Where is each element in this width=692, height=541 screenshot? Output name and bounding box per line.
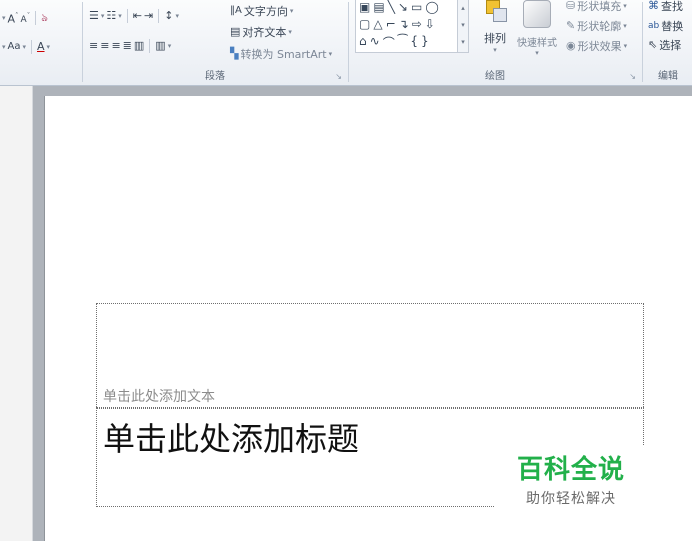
columns-icon[interactable]: ▥	[155, 39, 165, 53]
numbering-icon[interactable]: ☷	[106, 9, 116, 23]
clear-formatting-icon[interactable]: ঌ	[41, 11, 48, 25]
vertical-textbox-shape-icon[interactable]: ▤	[373, 0, 384, 14]
pen-outline-icon: ✎	[566, 19, 576, 32]
binoculars-icon: ⌘	[648, 0, 659, 12]
decrease-indent-icon[interactable]: ⇤	[133, 9, 142, 23]
bullets-icon[interactable]: ☰	[89, 9, 99, 23]
rectangle-shape-icon[interactable]: ▭	[411, 0, 422, 14]
quick-styles-icon	[523, 0, 551, 28]
paragraph-group: ☰ ▾ ☷ ▾ ⇤ ⇥ ↕ ▾ ≡ ≡ ≡ ≣ ▥ ▥ ▾ ‖A 文字方向 ▾ ▤ 对齐…	[84, 0, 346, 85]
watermark-subtitle: 助你轻松解决	[526, 491, 616, 507]
cursor-icon: ⇖	[648, 38, 658, 51]
replace-icon: ab	[648, 21, 660, 31]
line-shape-icon[interactable]: ╲	[388, 0, 395, 14]
convert-smartart-button[interactable]: ▚ 转换为 SmartArt ▾	[230, 46, 332, 62]
watermark-logo: 百科全说 助你轻松解决	[494, 445, 648, 515]
change-case-icon[interactable]: Aa	[8, 40, 21, 54]
effects-icon: ◉	[566, 39, 576, 52]
shapes-gallery[interactable]: ▣ ▤ ╲ ↘ ▭ ◯ ▢ △ ⌐ ↴ ⇨ ⇩ ⌂ ∿ ⌒ ⁀ { } ▴ ▾ ▾	[355, 0, 469, 53]
find-button[interactable]: ⌘ 查找	[648, 0, 683, 14]
freeform-shape-icon[interactable]: ⌂	[359, 34, 367, 51]
paint-bucket-icon: ⛁	[566, 0, 576, 12]
editing-group-label: 编辑	[658, 71, 678, 82]
text-direction-icon: ‖A	[230, 5, 242, 16]
arc-shape-icon[interactable]: ⁀	[398, 34, 408, 51]
gallery-scroll[interactable]: ▴ ▾ ▾	[457, 0, 468, 52]
elbow-connector-shape-icon[interactable]: ⌐	[386, 17, 396, 31]
paragraph-group-label: 段落	[205, 71, 225, 82]
quick-styles-button[interactable]: 快速样式 ▾	[512, 0, 562, 57]
font-size-dropdown-arrow[interactable]: ▾	[2, 14, 6, 22]
triangle-shape-icon[interactable]: △	[373, 17, 382, 31]
elbow-arrow-shape-icon[interactable]: ↴	[399, 17, 409, 31]
align-right-icon[interactable]: ≡	[111, 39, 120, 53]
editing-group: ⌘ 查找 ab 替换 ⇖ 选择 编辑	[644, 0, 692, 85]
right-brace-shape-icon[interactable]: }	[421, 34, 429, 51]
shrink-font-icon[interactable]: Aˇ	[21, 9, 31, 27]
textbox-shape-icon[interactable]: ▣	[359, 0, 370, 14]
slides-pane-edge[interactable]	[0, 86, 33, 541]
curve-shape-icon[interactable]: ⌒	[383, 34, 395, 51]
rounded-rect-shape-icon[interactable]: ▢	[359, 17, 370, 31]
text-placeholder-prompt: 单击此处添加文本	[103, 389, 215, 405]
align-text-icon: ▤	[230, 25, 241, 38]
distributed-icon[interactable]: ▥	[134, 39, 144, 53]
ribbon: ▾ Aˆ Aˇ ঌ ▾ Aa ▾ A ▾ ☰▾ ☷▾ ⇤ ⇥ ↕▾ ≡ ≡	[0, 0, 692, 86]
spacing-dropdown-arrow[interactable]: ▾	[2, 43, 6, 51]
arrange-button[interactable]: 排列 ▾	[478, 0, 512, 54]
arrow-line-shape-icon[interactable]: ↘	[398, 0, 408, 14]
align-text-button[interactable]: ▤ 对齐文本 ▾	[230, 24, 292, 40]
text-placeholder[interactable]: 单击此处添加文本	[96, 303, 644, 409]
increase-indent-icon[interactable]: ⇥	[144, 9, 153, 23]
shape-effects-button[interactable]: ◉ 形状效果 ▾	[566, 38, 627, 54]
align-center-icon[interactable]: ≡	[100, 39, 109, 53]
shape-outline-button[interactable]: ✎ 形状轮廓 ▾	[566, 18, 627, 34]
down-arrow-shape-icon[interactable]: ⇩	[425, 17, 435, 31]
shape-fill-button[interactable]: ⛁ 形状填充 ▾	[566, 0, 627, 14]
text-direction-button[interactable]: ‖A 文字方向 ▾	[230, 3, 293, 19]
paragraph-dialog-launcher-icon[interactable]: ↘	[335, 72, 342, 81]
oval-shape-icon[interactable]: ◯	[425, 0, 438, 14]
title-placeholder-prompt: 单击此处添加标题	[103, 420, 360, 458]
watermark-title: 百科全说	[516, 455, 625, 485]
replace-button[interactable]: ab 替换	[648, 18, 683, 34]
line-spacing-icon[interactable]: ↕	[164, 9, 173, 23]
scribble-shape-icon[interactable]: ∿	[370, 34, 380, 51]
drawing-dialog-launcher-icon[interactable]: ↘	[629, 72, 636, 81]
font-group: ▾ Aˆ Aˇ ঌ ▾ Aa ▾ A ▾	[2, 9, 51, 54]
smartart-icon: ▚	[230, 47, 239, 60]
align-left-icon[interactable]: ≡	[89, 39, 98, 53]
arrange-icon	[482, 0, 508, 26]
left-brace-shape-icon[interactable]: {	[410, 34, 418, 51]
justify-icon[interactable]: ≣	[123, 39, 132, 53]
drawing-group-label: 绘图	[485, 71, 505, 82]
right-arrow-shape-icon[interactable]: ⇨	[412, 17, 422, 31]
font-color-icon[interactable]: A	[37, 40, 45, 54]
select-button[interactable]: ⇖ 选择	[648, 37, 681, 53]
grow-font-icon[interactable]: Aˆ	[8, 9, 19, 27]
